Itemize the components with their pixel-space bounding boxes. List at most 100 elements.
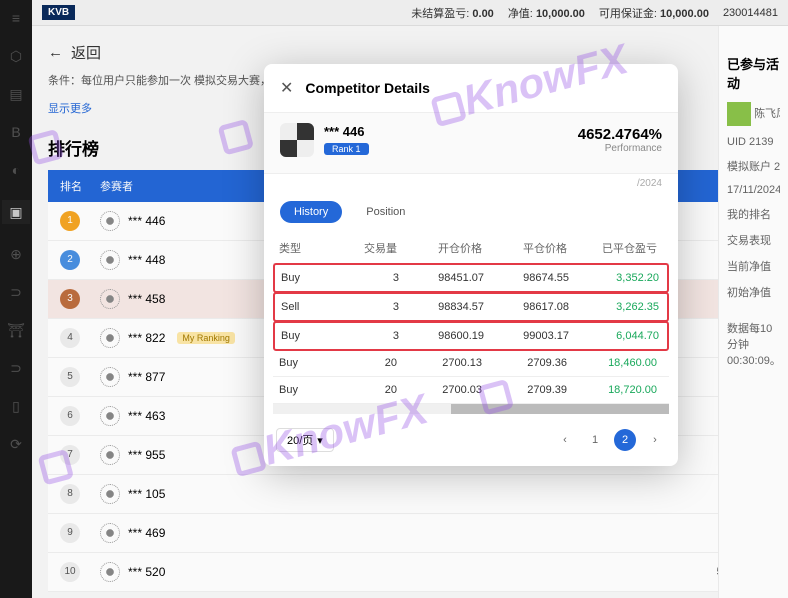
trade-row: Buy398600.1999003.176,044.70 (273, 321, 669, 351)
competitor-name: *** 446 (128, 214, 165, 228)
nav-icon-2[interactable]: ▤ (8, 86, 24, 102)
page-2-button[interactable]: 2 (614, 429, 636, 451)
rp-metric: 交易表现 (727, 232, 780, 248)
performance-value: 4652.4764% (578, 126, 662, 143)
leaderboard-row[interactable]: 9*** 469 (48, 514, 772, 553)
avatar-icon (100, 523, 120, 543)
avatar-icon (727, 102, 751, 126)
nav-icon-1[interactable]: ⬡ (8, 48, 24, 64)
account-id: 230014481 (723, 7, 778, 19)
joined-user: 陈飞风 (727, 102, 780, 126)
col-pnl: 已平仓盈亏 (573, 233, 663, 263)
rank-badge-icon: 1 (60, 211, 80, 231)
arrow-left-icon: ← (48, 44, 63, 61)
cell-type: Buy (273, 350, 328, 376)
rank-badge-icon: 2 (60, 250, 80, 270)
date-hint: /2024 (264, 174, 678, 189)
leaderboard-row[interactable]: 8 *** 105 (48, 475, 772, 514)
nav-icon-10[interactable]: ▯ (8, 398, 24, 414)
cell-open: 98834.57 (405, 294, 490, 320)
horizontal-scrollbar[interactable] (273, 404, 669, 414)
nav-icon-8[interactable]: ⛩ (8, 322, 24, 338)
cell-pnl: 18,720.00 (573, 377, 663, 403)
col-user: 参赛者 (100, 178, 133, 194)
competitor-name: *** 446 (324, 124, 369, 139)
col-open-price: 开仓价格 (403, 233, 488, 263)
cell-type: Buy (273, 377, 328, 403)
col-rank: 排名 (60, 178, 100, 194)
cell-close: 98674.55 (490, 265, 575, 291)
rank-badge-icon: 5 (60, 367, 80, 387)
joined-uid: UID 2139 (727, 136, 780, 148)
refresh-note: 数据每10分钟 00:30:09。 (727, 320, 780, 368)
sim-date: 17/11/2024 - 2 (727, 184, 780, 196)
nav-icon-9[interactable]: ⊃ (8, 360, 24, 376)
close-icon[interactable]: ✕ (280, 78, 293, 98)
equity: 净值: 10,000.00 (508, 5, 585, 21)
back-link[interactable]: ← 返回 (48, 42, 772, 63)
trade-row: Buy202700.032709.3918,720.00 (273, 377, 669, 404)
page-1-button[interactable]: 1 (584, 429, 606, 451)
cell-volume: 20 (328, 377, 403, 403)
competitor-name: *** 105 (128, 487, 165, 501)
page-size-select[interactable]: 20/页▾ (276, 428, 334, 452)
cell-type: Sell (275, 294, 330, 320)
modal-title: Competitor Details (305, 80, 429, 96)
avatar-icon (100, 562, 120, 582)
back-label: 返回 (71, 42, 101, 63)
leaderboard-row[interactable]: 10*** 520507.58% (48, 553, 772, 592)
trades-table: 类型 交易量 开仓价格 平仓价格 已平仓盈亏 Buy398451.0798674… (273, 233, 669, 404)
nav-icon-6[interactable]: ⊕ (8, 246, 24, 262)
cell-close: 2709.39 (488, 377, 573, 403)
logo: KVB (42, 5, 75, 20)
rank-badge-icon: 10 (60, 562, 80, 582)
cell-pnl: 6,044.70 (575, 323, 665, 349)
cell-pnl: 18,460.00 (573, 350, 663, 376)
col-type: 类型 (273, 233, 328, 263)
avatar-icon (100, 289, 120, 309)
competitor-name: *** 469 (128, 526, 165, 540)
trade-row: Buy398451.0798674.553,352.20 (273, 263, 669, 293)
free-margin: 可用保证金: 10,000.00 (599, 5, 709, 21)
nav-icon-11[interactable]: ⟳ (8, 436, 24, 452)
trade-row: Sell398834.5798617.083,262.35 (273, 292, 669, 322)
performance-label: Performance (578, 143, 662, 154)
nav-icon-4[interactable]: ◐ (8, 162, 24, 178)
cell-pnl: 3,352.20 (575, 265, 665, 291)
prev-page-button[interactable]: ‹ (554, 429, 576, 451)
trade-row: Buy202700.132709.3618,460.00 (273, 350, 669, 377)
menu-icon[interactable]: ≡ (8, 10, 24, 26)
nav-icon-7[interactable]: ⊃ (8, 284, 24, 300)
cell-volume: 20 (328, 350, 403, 376)
next-page-button[interactable]: › (644, 429, 666, 451)
cell-volume: 3 (330, 294, 405, 320)
tab-position[interactable]: Position (352, 201, 419, 223)
cell-open: 2700.03 (403, 377, 488, 403)
unsettled-pnl: 未结算盈亏: 0.00 (411, 5, 494, 21)
rank-badge: Rank 1 (324, 143, 369, 155)
tab-history[interactable]: History (280, 201, 342, 223)
nav-icon-3[interactable]: B (8, 124, 24, 140)
cell-close: 99003.17 (490, 323, 575, 349)
avatar-icon (100, 211, 120, 231)
rank-badge-icon: 3 (60, 289, 80, 309)
cell-type: Buy (275, 265, 330, 291)
show-more-link[interactable]: 显示更多 (48, 100, 92, 116)
col-volume: 交易量 (328, 233, 403, 263)
avatar-icon (100, 406, 120, 426)
nav-icon-active[interactable]: ▣ (2, 200, 30, 224)
cell-close: 98617.08 (490, 294, 575, 320)
rank-badge-icon: 8 (60, 484, 80, 504)
competitor-name: *** 458 (128, 292, 165, 306)
competitor-name: *** 520 (128, 565, 165, 579)
topbar: KVB 未结算盈亏: 0.00 净值: 10,000.00 可用保证金: 10,… (32, 0, 788, 26)
cell-close: 2709.36 (488, 350, 573, 376)
avatar-icon (100, 367, 120, 387)
rp-metric: 我的排名 (727, 206, 780, 222)
col-close-price: 平仓价格 (488, 233, 573, 263)
avatar-icon (100, 445, 120, 465)
chevron-down-icon: ▾ (317, 434, 323, 447)
competitor-name: *** 463 (128, 409, 165, 423)
cell-volume: 3 (330, 323, 405, 349)
competitor-name: *** 955 (128, 448, 165, 462)
